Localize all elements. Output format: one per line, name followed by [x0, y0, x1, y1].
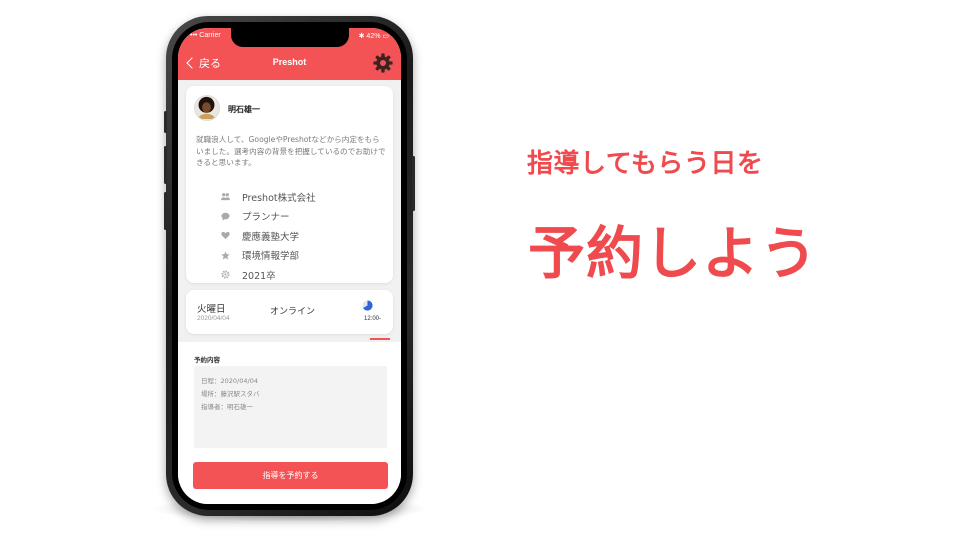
reservation-mentor: 指導者：明石雄一 — [201, 403, 253, 411]
schedule-mode: オンライン — [270, 307, 316, 317]
app-title: Preshot — [272, 57, 307, 67]
attribute-text: 慶應義塾大学 — [242, 231, 300, 243]
schedule-day: 火曜日 — [197, 304, 226, 315]
reservation-place: 場所：藤沢駅スタバ — [201, 390, 260, 398]
reservation-date: 日程：2020/04/04 — [201, 377, 258, 385]
star-icon — [220, 250, 230, 260]
chat-bubble-icon — [220, 211, 230, 221]
time-pie-icon — [362, 300, 373, 311]
avatar — [194, 95, 220, 121]
heart-icon — [220, 231, 230, 241]
accent-strip — [370, 338, 390, 340]
attribute-graduation: 2021卒 — [220, 265, 316, 285]
people-icon — [220, 192, 230, 202]
gear-icon — [220, 270, 230, 280]
reservation-details-box: 日程：2020/04/04 場所：藤沢駅スタバ 指導者：明石雄一 — [194, 366, 387, 448]
reserve-button[interactable]: 指導を予約する — [193, 462, 388, 489]
phone-frame: ••• Carrier ✱ 42% ▭ 戻る Preshot 明石雄一 就職浪人… — [164, 16, 415, 516]
avatar-portrait-icon — [195, 96, 218, 119]
attribute-text: プランナー — [242, 212, 290, 224]
phone-screen: ••• Carrier ✱ 42% ▭ 戻る Preshot 明石雄一 就職浪人… — [178, 28, 401, 504]
promo-subheadline: 指導してもらう日を — [527, 149, 764, 179]
mentor-profile-card[interactable]: 明石雄一 就職浪人して、GoogleやPreshotなどから内定をもらいました。… — [186, 86, 393, 283]
attribute-faculty: 環境情報学部 — [220, 246, 316, 266]
attribute-role: プランナー — [220, 207, 316, 227]
mentor-attribute-list: Preshot株式会社 プランナー 慶應義塾大学 環境情報学部 2021卒 — [220, 187, 316, 285]
mentor-intro: 就職浪人して、GoogleやPreshotなどから内定をもらいました。選考内容の… — [196, 135, 386, 167]
reservation-panel: 予約内容 日程：2020/04/04 場所：藤沢駅スタバ 指導者：明石雄一 指導… — [178, 342, 401, 504]
status-carrier: ••• Carrier — [190, 32, 221, 39]
schedule-slot-card[interactable]: 火曜日 2020/04/04 オンライン 12:00- — [186, 290, 393, 334]
attribute-university: 慶應義塾大学 — [220, 226, 316, 246]
reservation-title: 予約内容 — [194, 356, 220, 364]
schedule-time: 12:00- — [363, 316, 381, 322]
promo-headline: 予約しよう — [528, 221, 818, 287]
attribute-text: 環境情報学部 — [242, 251, 300, 263]
app-header: ••• Carrier ✱ 42% ▭ 戻る Preshot — [178, 28, 401, 80]
attribute-company: Preshot株式会社 — [220, 187, 316, 207]
phone-power-button — [412, 156, 415, 211]
schedule-date: 2020/04/04 — [197, 315, 230, 322]
settings-button[interactable] — [373, 53, 393, 73]
phone-volume-up — [164, 146, 167, 184]
attribute-text: Preshot株式会社 — [242, 192, 316, 204]
status-battery: ✱ 42% ▭ — [358, 33, 389, 40]
phone-mute-switch — [164, 111, 167, 133]
phone-volume-down — [164, 192, 167, 230]
phone-notch — [230, 28, 349, 47]
gear-icon — [373, 53, 393, 73]
attribute-text: 2021卒 — [242, 270, 276, 282]
mentor-name: 明石雄一 — [228, 105, 260, 114]
